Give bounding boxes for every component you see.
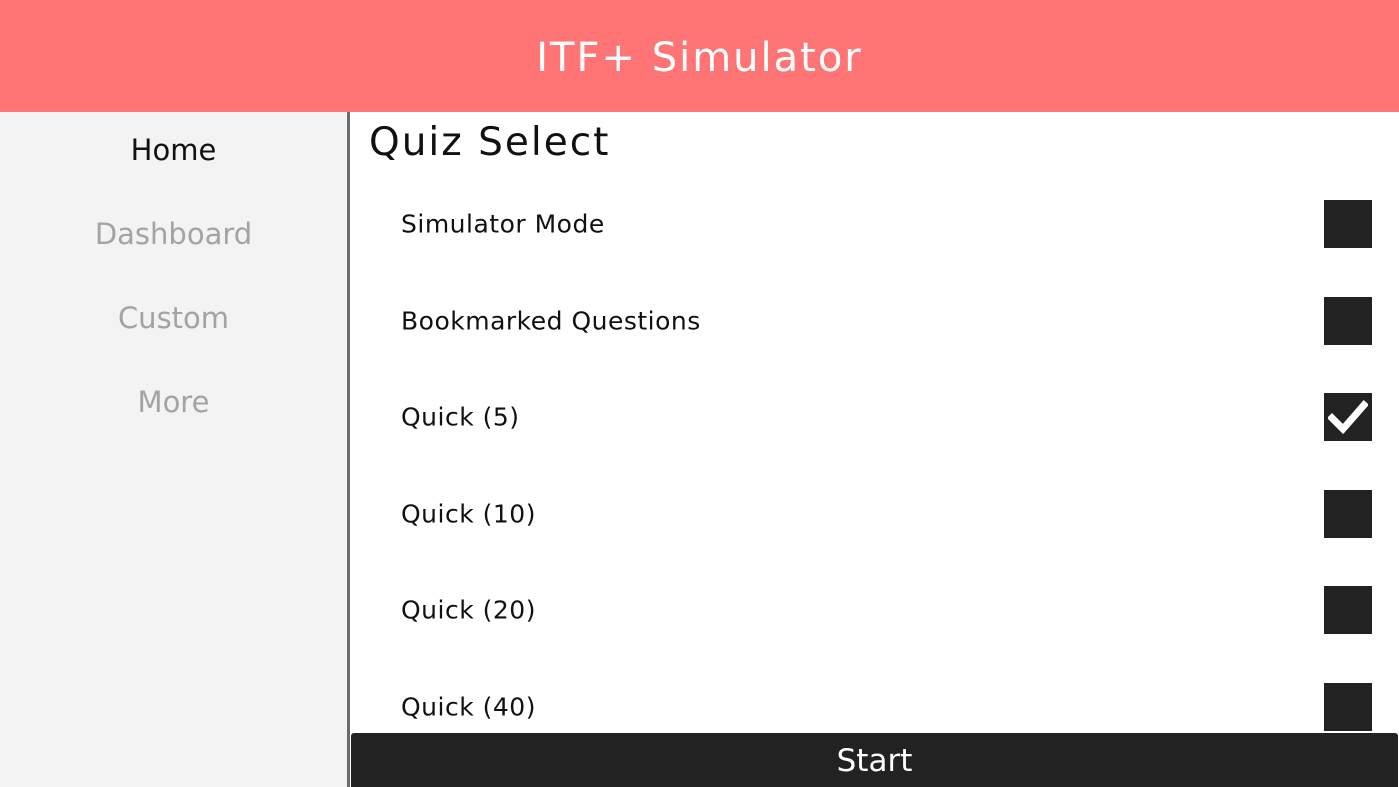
option-label: Quick (10) (401, 499, 536, 529)
option-quick-5[interactable]: Quick (5) (350, 387, 1399, 447)
sidebar-item-custom[interactable]: Custom (0, 288, 347, 348)
sidebar-item-dashboard[interactable]: Dashboard (0, 204, 347, 264)
quick-10-checkbox[interactable] (1324, 490, 1372, 538)
quick-20-checkbox[interactable] (1324, 586, 1372, 634)
app-header: ITF+ Simulator (0, 0, 1399, 112)
quick-40-checkbox[interactable] (1324, 683, 1372, 731)
option-simulator-mode[interactable]: Simulator Mode (350, 194, 1399, 254)
option-label: Simulator Mode (401, 209, 605, 239)
simulator-mode-checkbox[interactable] (1324, 200, 1372, 248)
sidebar-item-home[interactable]: Home (0, 120, 347, 180)
start-button-label: Start (836, 743, 913, 779)
page-title: Quiz Select (369, 120, 611, 165)
sidebar-item-more[interactable]: More (0, 372, 347, 432)
main-content: Quiz Select Simulator Mode Bookmarked Qu… (350, 112, 1399, 787)
sidebar-item-label: More (137, 385, 210, 419)
sidebar-item-label: Custom (117, 301, 230, 335)
option-quick-10[interactable]: Quick (10) (350, 484, 1399, 544)
option-label: Quick (20) (401, 595, 536, 625)
option-label: Bookmarked Questions (401, 306, 701, 336)
option-quick-40[interactable]: Quick (40) (350, 677, 1399, 737)
checkmark-icon (1328, 400, 1368, 434)
quick-5-checkbox[interactable] (1324, 393, 1372, 441)
sidebar: Home Dashboard Custom More (0, 112, 347, 787)
option-bookmarked-questions[interactable]: Bookmarked Questions (350, 291, 1399, 351)
option-quick-20[interactable]: Quick (20) (350, 580, 1399, 640)
sidebar-item-label: Home (130, 133, 217, 167)
bookmarked-questions-checkbox[interactable] (1324, 297, 1372, 345)
option-label: Quick (40) (401, 692, 536, 722)
app-title: ITF+ Simulator (536, 35, 863, 81)
sidebar-item-label: Dashboard (94, 217, 253, 251)
option-label: Quick (5) (401, 402, 520, 432)
start-button[interactable]: Start (351, 733, 1398, 787)
